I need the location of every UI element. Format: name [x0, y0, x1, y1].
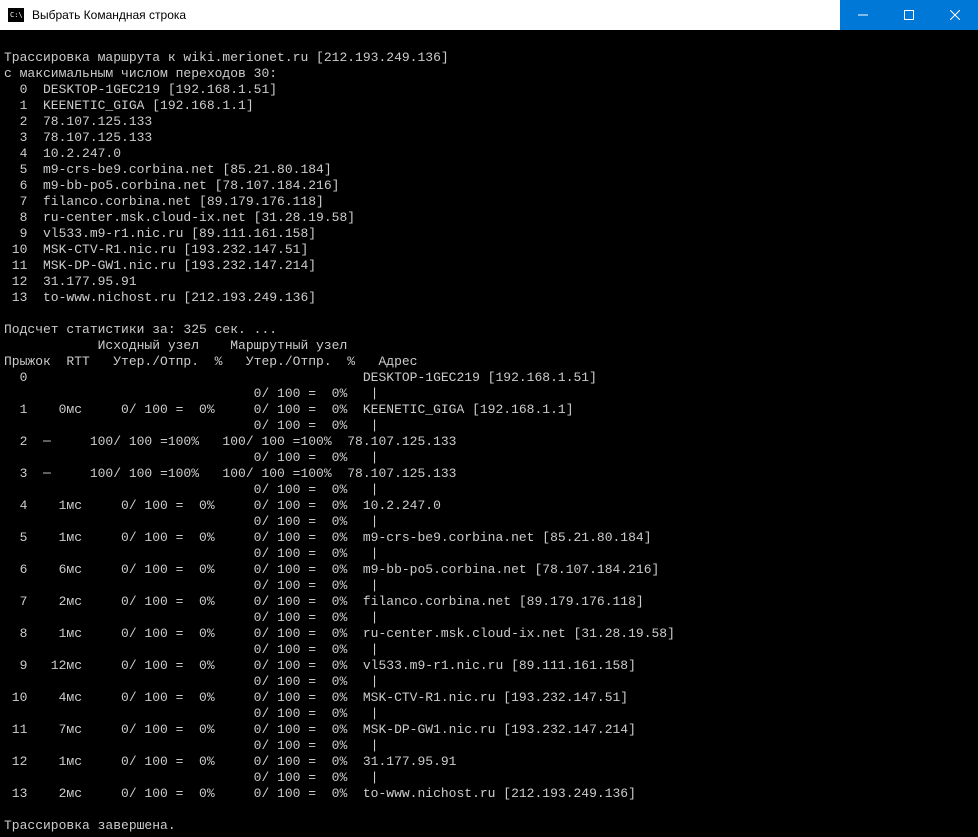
stats-line: 7 2мс 0/ 100 = 0% 0/ 100 = 0% filanco.co… — [4, 594, 644, 609]
route-line: 10 MSK-CTV-R1.nic.ru [193.232.147.51] — [4, 242, 308, 257]
route-line: 4 10.2.247.0 — [4, 146, 121, 161]
route-line: 9 vl533.m9-r1.nic.ru [89.111.161.158] — [4, 226, 316, 241]
maximize-button[interactable] — [886, 0, 932, 30]
stats-line: 0 DESKTOP-1GEC219 [192.168.1.51] — [4, 370, 597, 385]
stats-line: 0/ 100 = 0% | — [4, 546, 378, 561]
route-line: 5 m9-crs-be9.corbina.net [85.21.80.184] — [4, 162, 332, 177]
close-button[interactable] — [932, 0, 978, 30]
stats-line: 12 1мс 0/ 100 = 0% 0/ 100 = 0% 31.177.95… — [4, 754, 456, 769]
window-title: Выбрать Командная строка — [32, 8, 840, 22]
stats-line: 0/ 100 = 0% | — [4, 418, 378, 433]
stats-line: 4 1мс 0/ 100 = 0% 0/ 100 = 0% 10.2.247.0 — [4, 498, 441, 513]
stats-line: 0/ 100 = 0% | — [4, 610, 378, 625]
trace-complete: Трассировка завершена. — [4, 818, 176, 833]
stats-line: 0/ 100 = 0% | — [4, 514, 378, 529]
stats-col-header: Прыжок RTT Утер./Отпр. % Утер./Отпр. % А… — [4, 354, 417, 369]
route-line: 13 to-www.nichost.ru [212.193.249.136] — [4, 290, 316, 305]
trace-header: Трассировка маршрута к wiki.merionet.ru … — [4, 50, 449, 65]
stats-header: Подсчет статистики за: 325 сек. ... — [4, 322, 277, 337]
minimize-button[interactable] — [840, 0, 886, 30]
stats-line: 0/ 100 = 0% | — [4, 450, 378, 465]
stats-line: 9 12мс 0/ 100 = 0% 0/ 100 = 0% vl533.m9-… — [4, 658, 636, 673]
stats-line: 3 ─ 100/ 100 =100% 100/ 100 =100% 78.107… — [4, 466, 456, 481]
stats-line: 0/ 100 = 0% | — [4, 674, 378, 689]
route-line: 2 78.107.125.133 — [4, 114, 152, 129]
stats-line: 10 4мс 0/ 100 = 0% 0/ 100 = 0% MSK-CTV-R… — [4, 690, 628, 705]
blank-line — [4, 802, 12, 817]
terminal-output[interactable]: Трассировка маршрута к wiki.merionet.ru … — [0, 30, 978, 837]
route-line: 1 KEENETIC_GIGA [192.168.1.1] — [4, 98, 254, 113]
window-titlebar[interactable]: C:\ Выбрать Командная строка — [0, 0, 978, 30]
stats-col-header: Исходный узел Маршрутный узел — [4, 338, 347, 353]
trace-hops-header: с максимальным числом переходов 30: — [4, 66, 277, 81]
route-line: 12 31.177.95.91 — [4, 274, 137, 289]
blank-line — [4, 34, 12, 49]
stats-line: 0/ 100 = 0% | — [4, 578, 378, 593]
stats-line: 0/ 100 = 0% | — [4, 770, 378, 785]
route-line: 6 m9-bb-po5.corbina.net [78.107.184.216] — [4, 178, 339, 193]
stats-line: 0/ 100 = 0% | — [4, 738, 378, 753]
window-controls — [840, 0, 978, 30]
stats-line: 8 1мс 0/ 100 = 0% 0/ 100 = 0% ru-center.… — [4, 626, 675, 641]
svg-text:C:\: C:\ — [10, 11, 23, 19]
route-line: 0 DESKTOP-1GEC219 [192.168.1.51] — [4, 82, 277, 97]
stats-line: 1 0мс 0/ 100 = 0% 0/ 100 = 0% KEENETIC_G… — [4, 402, 574, 417]
route-line: 7 filanco.corbina.net [89.179.176.118] — [4, 194, 324, 209]
stats-line: 11 7мс 0/ 100 = 0% 0/ 100 = 0% MSK-DP-GW… — [4, 722, 636, 737]
app-icon: C:\ — [6, 7, 26, 23]
route-line: 11 MSK-DP-GW1.nic.ru [193.232.147.214] — [4, 258, 316, 273]
blank-line — [4, 306, 12, 321]
stats-line: 2 ─ 100/ 100 =100% 100/ 100 =100% 78.107… — [4, 434, 456, 449]
stats-line: 5 1мс 0/ 100 = 0% 0/ 100 = 0% m9-crs-be9… — [4, 530, 652, 545]
stats-line: 0/ 100 = 0% | — [4, 642, 378, 657]
stats-line: 0/ 100 = 0% | — [4, 706, 378, 721]
stats-line: 0/ 100 = 0% | — [4, 386, 378, 401]
stats-line: 0/ 100 = 0% | — [4, 482, 378, 497]
route-line: 8 ru-center.msk.cloud-ix.net [31.28.19.5… — [4, 210, 355, 225]
route-line: 3 78.107.125.133 — [4, 130, 152, 145]
stats-line: 6 6мс 0/ 100 = 0% 0/ 100 = 0% m9-bb-po5.… — [4, 562, 659, 577]
stats-line: 13 2мс 0/ 100 = 0% 0/ 100 = 0% to-www.ni… — [4, 786, 636, 801]
